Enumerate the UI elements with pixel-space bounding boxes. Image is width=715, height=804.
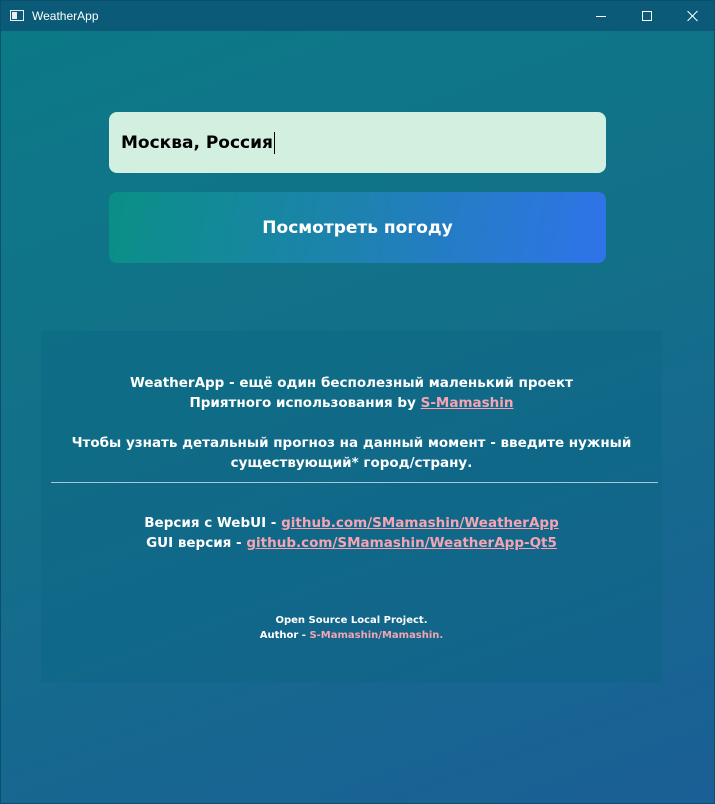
app-window-icon <box>10 10 24 21</box>
info-line-1-text: WeatherApp - ещё один бесполезный малень… <box>130 375 573 391</box>
footer-line-1: Open Source Local Project. <box>41 613 662 628</box>
footer-project-text: Open Source Local Project. <box>275 615 428 626</box>
footer-author-name: S-Mamashin/Mamashin. <box>309 630 444 641</box>
info-line-4: существующий* город/страну. <box>41 453 662 473</box>
info-line-3-text: Чтобы узнать детальный прогноз на данный… <box>71 435 632 451</box>
close-button[interactable] <box>670 1 715 31</box>
gui-repo-link[interactable]: github.com/SMamashin/WeatherApp-Qt5 <box>246 535 557 551</box>
webui-repo-link[interactable]: github.com/SMamashin/WeatherApp <box>281 515 559 531</box>
close-icon <box>687 10 699 22</box>
info-line-4-text: существующий* город/страну. <box>230 455 473 471</box>
info-line-2: Приятного использования by S-Mamashin <box>41 393 662 413</box>
gui-version-line: GUI версия - github.com/SMamashin/Weathe… <box>41 533 662 553</box>
info-line-3: Чтобы узнать детальный прогноз на данный… <box>41 433 662 453</box>
city-input[interactable]: Москва, Россия <box>109 112 606 173</box>
webui-version-label: Версия с WebUI - <box>144 515 282 531</box>
footer-line-2: Author - S-Mamashin/Mamashin. <box>41 628 662 643</box>
title-bar[interactable]: WeatherApp <box>1 1 714 31</box>
webui-version-line: Версия с WebUI - github.com/SMamashin/We… <box>41 513 662 533</box>
info-panel: WeatherApp - ещё один бесполезный малень… <box>41 331 662 683</box>
check-weather-button-label: Посмотреть погоду <box>262 217 453 238</box>
footer-author-label: Author - <box>259 630 310 641</box>
maximize-icon <box>642 11 652 21</box>
window-title: WeatherApp <box>32 9 99 23</box>
app-window: WeatherApp Москва, Россия Посмотреть пог… <box>0 0 715 804</box>
minimize-button[interactable] <box>578 1 624 31</box>
divider <box>51 482 658 483</box>
info-line-2-text: Приятного использования by <box>189 395 421 411</box>
text-caret <box>273 131 275 154</box>
city-input-value: Москва, Россия <box>121 132 273 153</box>
maximize-button[interactable] <box>624 1 670 31</box>
author-profile-link[interactable]: S-Mamashin <box>421 395 514 411</box>
check-weather-button[interactable]: Посмотреть погоду <box>109 192 606 263</box>
info-line-1: WeatherApp - ещё один бесполезный малень… <box>41 373 662 393</box>
minimize-icon <box>596 15 606 17</box>
gui-version-label: GUI версия - <box>146 535 247 551</box>
